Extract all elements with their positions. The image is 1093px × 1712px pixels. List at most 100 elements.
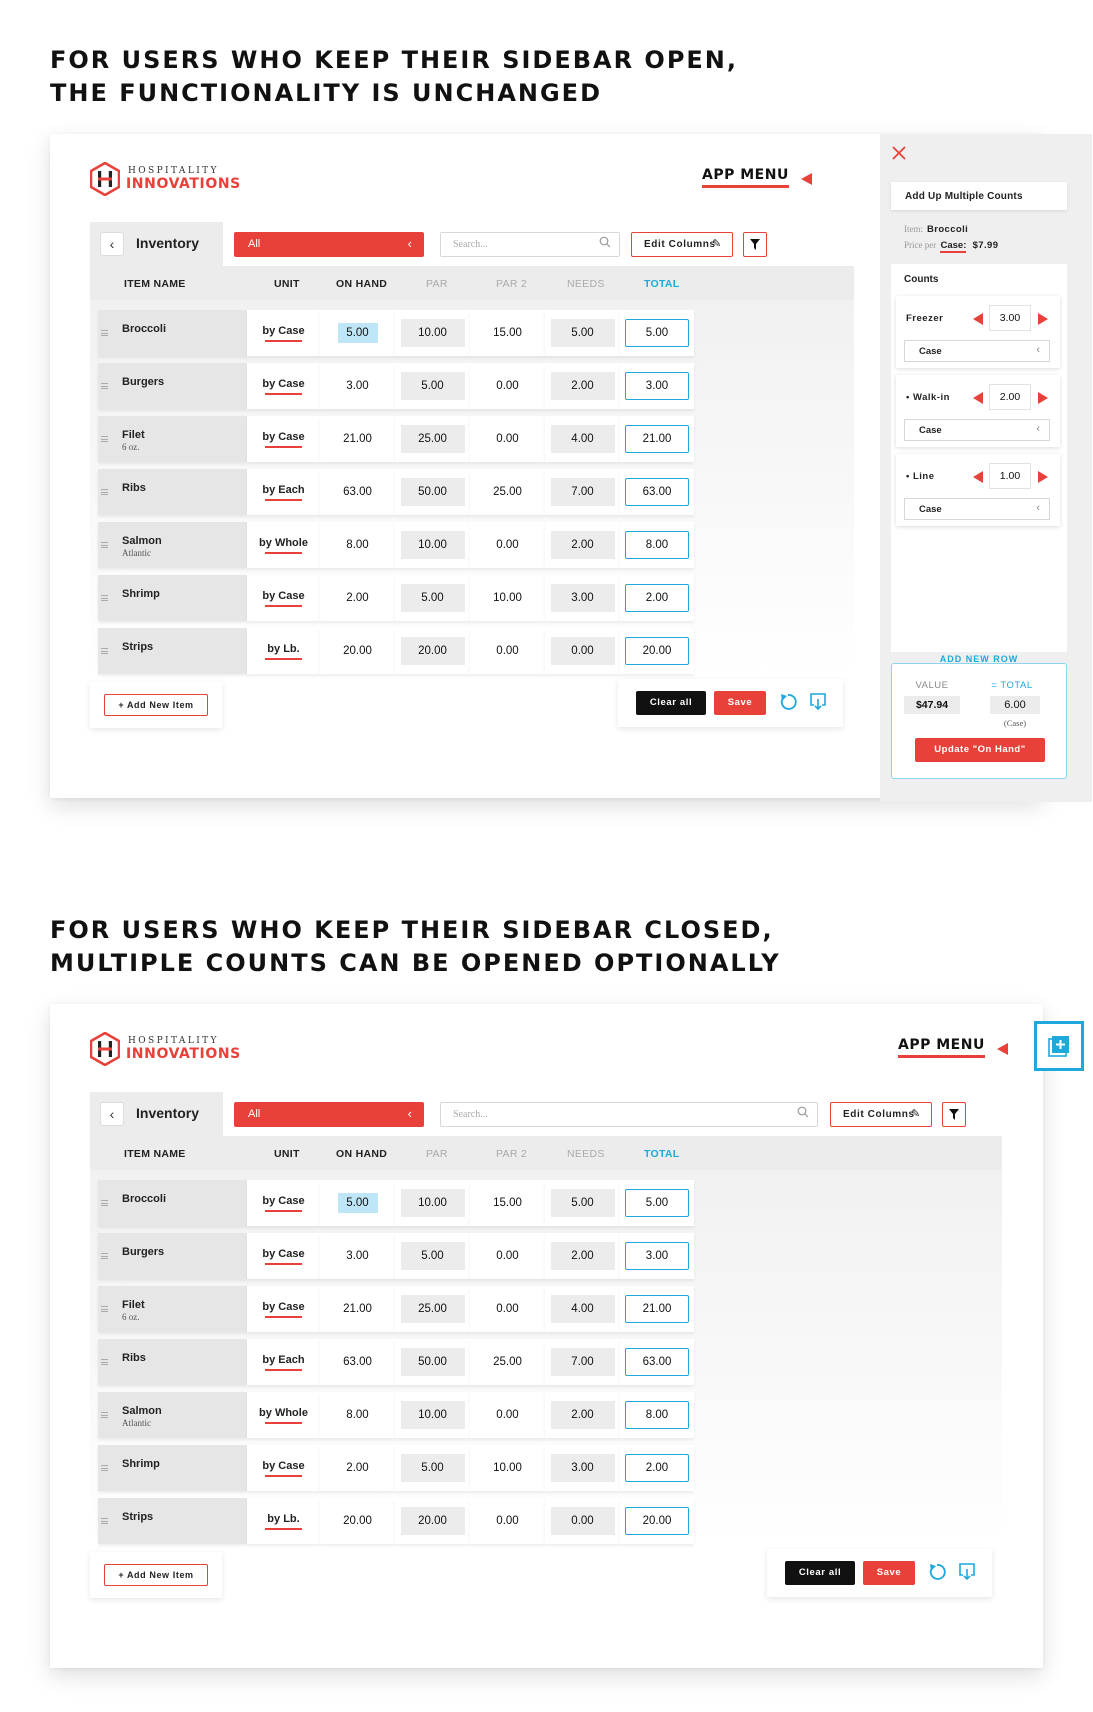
add-item-button[interactable]: + Add New Item [104,694,208,716]
unit-cell[interactable]: by Lb. [247,628,320,674]
table-row[interactable]: Ribs by Each 63.00 50.00 25.00 7.00 63.00 [98,1339,694,1385]
drag-handle-icon[interactable] [101,330,108,336]
app-menu-button[interactable]: APP MENU [898,1037,1008,1058]
on-hand-input[interactable]: 5.00 [337,323,378,343]
open-multiple-counts-button[interactable] [1034,1021,1084,1071]
table-row[interactable]: Strips by Lb. 20.00 20.00 0.00 0.00 20.00 [98,628,694,674]
col-needs[interactable]: NEEDS [567,278,605,290]
download-icon[interactable] [808,691,828,711]
on-hand-input[interactable]: 2.00 [329,584,387,612]
update-on-hand-button[interactable]: Update "On Hand" [915,738,1045,762]
table-row[interactable]: Filet 6 oz. by Case 21.00 25.00 0.00 4.00 21.00 [98,416,694,462]
count-unit-select[interactable]: Case ‹ [904,419,1050,441]
download-icon[interactable] [957,1561,977,1581]
count-location[interactable]: • Walk-in [906,392,950,403]
undo-icon[interactable] [927,1562,947,1582]
back-button[interactable]: ‹ [100,232,124,256]
on-hand-input[interactable]: 20.00 [329,1507,387,1535]
search-input[interactable]: Search... [440,1102,818,1127]
unit-cell[interactable]: by Whole [247,1392,320,1438]
increment-arrow-icon[interactable] [1038,392,1048,404]
drag-handle-icon[interactable] [101,1412,108,1418]
search-input[interactable]: Search... [440,232,620,257]
edit-columns-button[interactable]: Edit Columns ✎ [631,232,733,257]
edit-columns-button[interactable]: Edit Columns ✎ [830,1102,932,1127]
table-row[interactable]: Shrimp by Case 2.00 5.00 10.00 3.00 2.00 [98,1445,694,1491]
on-hand-input[interactable]: 3.00 [329,372,387,400]
table-row[interactable]: Shrimp by Case 2.00 5.00 10.00 3.00 2.00 [98,575,694,621]
table-row[interactable]: Filet 6 oz. by Case 21.00 25.00 0.00 4.00 21.00 [98,1286,694,1332]
unit-cell[interactable]: by Case [247,1286,320,1332]
unit-cell[interactable]: by Case [247,363,320,409]
count-unit-select[interactable]: Case ‹ [904,498,1050,520]
drag-handle-icon[interactable] [101,489,108,495]
close-icon[interactable] [890,144,908,162]
clear-all-button[interactable]: Clear all [785,1561,855,1585]
col-unit[interactable]: UNIT [274,278,300,290]
unit-cell[interactable]: by Lb. [247,1498,320,1544]
table-row[interactable]: Broccoli by Case 5.00 10.00 15.00 5.00 5.00 [98,310,694,356]
filter-button[interactable] [743,232,767,257]
col-total[interactable]: TOTAL [644,278,680,290]
col-item-name[interactable]: ITEM NAME [124,1148,186,1160]
table-row[interactable]: Broccoli by Case 5.00 10.00 15.00 5.00 5.00 [98,1180,694,1226]
table-row[interactable]: Salmon Atlantic by Whole 8.00 10.00 0.00 2.00 8… [98,522,694,568]
drag-handle-icon[interactable] [101,1465,108,1471]
drag-handle-icon[interactable] [101,542,108,548]
decrement-arrow-icon[interactable] [973,313,983,325]
count-input[interactable]: 2.00 [989,384,1031,410]
unit-cell[interactable]: by Each [247,469,320,515]
unit-cell[interactable]: by Case [247,416,320,462]
count-input[interactable]: 1.00 [989,463,1031,489]
count-location[interactable]: • Line [906,471,935,482]
on-hand-input[interactable]: 63.00 [329,1348,387,1376]
category-select[interactable]: All ‹ [234,232,424,257]
on-hand-input[interactable]: 5.00 [337,1193,378,1213]
drag-handle-icon[interactable] [101,648,108,654]
filter-button[interactable] [942,1102,966,1127]
count-input[interactable]: 3.00 [989,305,1031,331]
col-par2[interactable]: PAR 2 [496,278,527,290]
category-select[interactable]: All ‹ [234,1102,424,1127]
drag-handle-icon[interactable] [101,383,108,389]
drag-handle-icon[interactable] [101,1253,108,1259]
count-location[interactable]: Freezer [906,313,943,324]
increment-arrow-icon[interactable] [1038,471,1048,483]
drag-handle-icon[interactable] [101,1306,108,1312]
col-on-hand[interactable]: ON HAND [336,278,387,290]
table-row[interactable]: Burgers by Case 3.00 5.00 0.00 2.00 3.00 [98,363,694,409]
col-total[interactable]: TOTAL [644,1148,680,1160]
table-row[interactable]: Salmon Atlantic by Whole 8.00 10.00 0.00 2.00 8… [98,1392,694,1438]
on-hand-input[interactable]: 2.00 [329,1454,387,1482]
clear-all-button[interactable]: Clear all [636,691,706,715]
drag-handle-icon[interactable] [101,1518,108,1524]
on-hand-input[interactable]: 3.00 [329,1242,387,1270]
save-button[interactable]: Save [714,691,766,715]
col-par[interactable]: PAR [426,1148,448,1160]
table-row[interactable]: Ribs by Each 63.00 50.00 25.00 7.00 63.00 [98,469,694,515]
col-item-name[interactable]: ITEM NAME [124,278,186,290]
app-menu-button[interactable]: APP MENU [702,167,812,188]
price-unit-select[interactable]: Case: [940,240,967,253]
unit-cell[interactable]: by Whole [247,522,320,568]
add-item-button[interactable]: + Add New Item [104,1564,208,1586]
unit-cell[interactable]: by Case [247,1180,320,1226]
table-row[interactable]: Burgers by Case 3.00 5.00 0.00 2.00 3.00 [98,1233,694,1279]
on-hand-input[interactable]: 21.00 [329,425,387,453]
back-button[interactable]: ‹ [100,1102,124,1126]
decrement-arrow-icon[interactable] [973,392,983,404]
drag-handle-icon[interactable] [101,1359,108,1365]
unit-cell[interactable]: by Case [247,310,320,356]
col-par2[interactable]: PAR 2 [496,1148,527,1160]
on-hand-input[interactable]: 8.00 [329,1401,387,1429]
on-hand-input[interactable]: 21.00 [329,1295,387,1323]
increment-arrow-icon[interactable] [1038,313,1048,325]
on-hand-input[interactable]: 63.00 [329,478,387,506]
unit-cell[interactable]: by Case [247,1233,320,1279]
save-button[interactable]: Save [863,1561,915,1585]
col-par[interactable]: PAR [426,278,448,290]
count-unit-select[interactable]: Case ‹ [904,340,1050,362]
unit-cell[interactable]: by Case [247,1445,320,1491]
drag-handle-icon[interactable] [101,595,108,601]
col-needs[interactable]: NEEDS [567,1148,605,1160]
